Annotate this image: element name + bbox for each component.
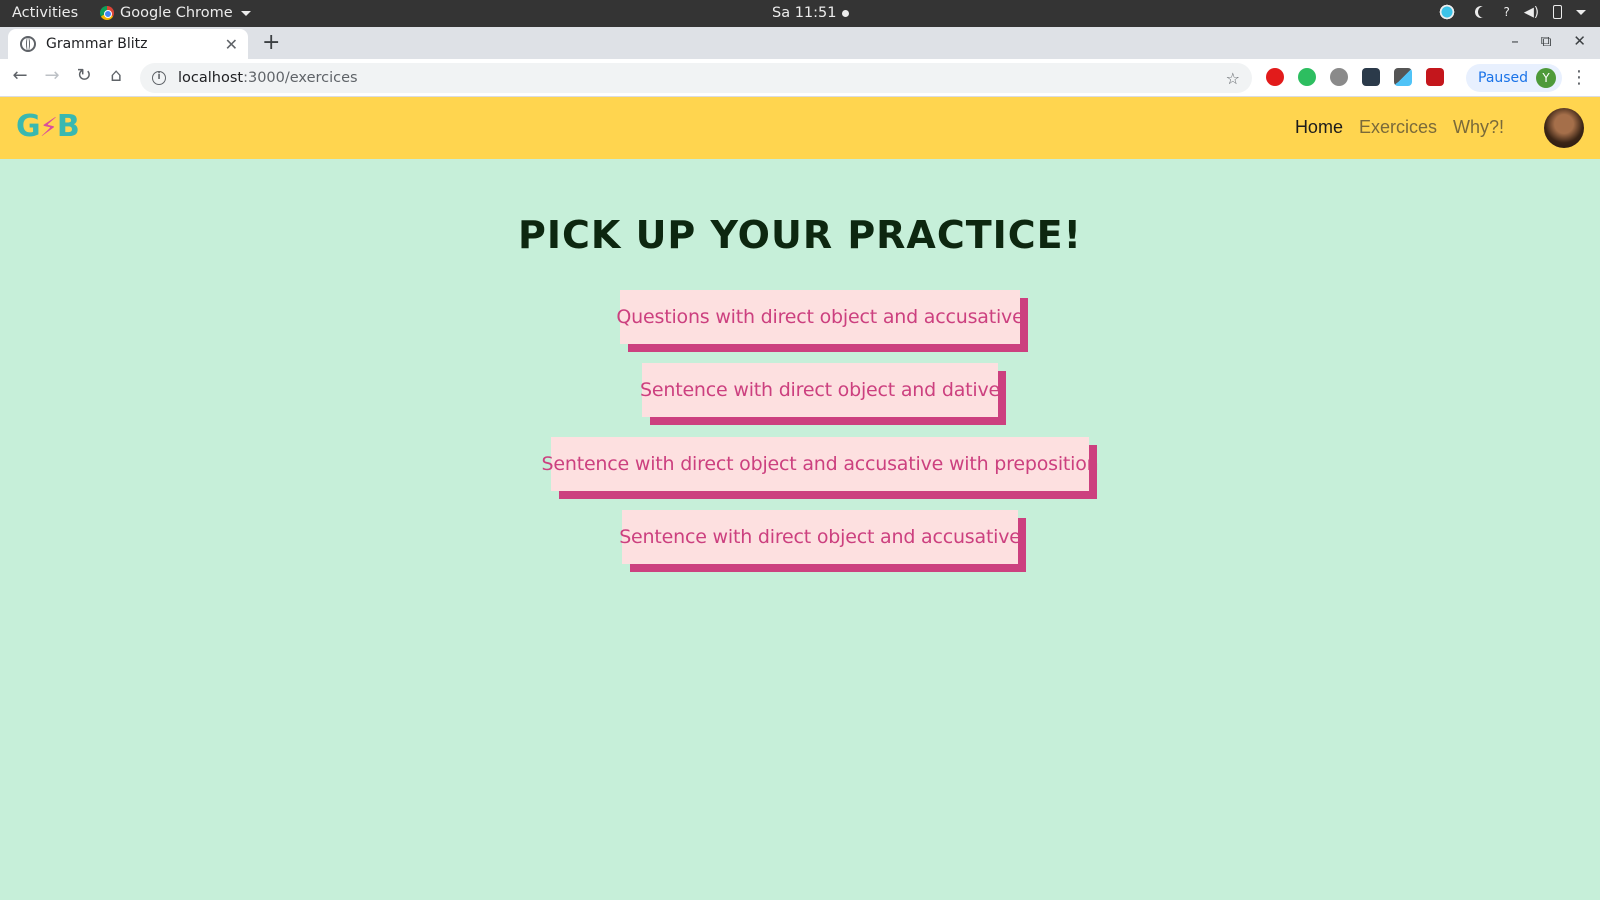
url-path: :3000/exercices (243, 70, 358, 86)
restore-icon[interactable]: ⧉ (1541, 32, 1552, 50)
nav-link-why[interactable]: Why?! (1453, 117, 1504, 138)
user-avatar[interactable] (1544, 108, 1584, 148)
exercise-button-accusative[interactable]: Sentence with direct object and accusati… (619, 510, 1021, 564)
close-tab-icon[interactable]: ✕ (225, 35, 238, 54)
help-icon[interactable]: ? (1504, 5, 1510, 19)
home-icon[interactable]: ⌂ (106, 65, 126, 86)
system-clock[interactable]: Sa 11:51 (772, 5, 849, 21)
app-menu-label: Google Chrome (120, 5, 233, 21)
exercise-button-accusative-preposition[interactable]: Sentence with direct object and accusati… (542, 437, 1099, 491)
system-tray[interactable]: ? ◀) (1437, 4, 1586, 20)
chrome-icon (100, 6, 114, 20)
extensions (1266, 68, 1444, 86)
battery-icon[interactable] (1553, 5, 1562, 19)
activities-button[interactable]: Activities (12, 5, 78, 21)
app-navbar: G⚡B Home Exercices Why?! (0, 97, 1600, 159)
close-window-icon[interactable]: ✕ (1573, 32, 1586, 50)
page-title: Pick up your practice! (518, 213, 1082, 257)
globe-icon (20, 36, 36, 52)
volume-icon[interactable]: ◀) (1524, 5, 1539, 20)
url-host: localhost (178, 70, 244, 86)
timer-extension-icon[interactable] (1330, 68, 1348, 86)
system-top-bar: Activities Google Chrome Sa 11:51 ? ◀) (0, 0, 1600, 27)
chevron-down-icon (240, 10, 251, 16)
new-tab-button[interactable]: + (262, 30, 280, 55)
logo[interactable]: G⚡B (16, 109, 80, 144)
tab-grammar-blitz[interactable]: Grammar Blitz ✕ (8, 29, 248, 59)
logo-letter-g: G (16, 109, 41, 144)
lastpass-extension-icon[interactable] (1426, 68, 1444, 86)
reload-icon[interactable]: ↻ (74, 65, 94, 86)
profile-avatar: Y (1536, 68, 1557, 88)
opera-extension-icon[interactable] (1266, 68, 1284, 86)
nav-link-home[interactable]: Home (1295, 117, 1343, 138)
window-controls: – ⧉ ✕ (1511, 32, 1586, 50)
main-content: Pick up your practice! Questions with di… (0, 159, 1600, 900)
system-menu-caret-icon[interactable] (1576, 9, 1586, 15)
nav-buttons: ← → ↻ ⌂ (10, 65, 126, 86)
eyedropper-extension-icon[interactable] (1394, 68, 1412, 86)
exercise-button-questions-accusative[interactable]: Questions with direct object and accusat… (616, 290, 1024, 344)
info-icon[interactable]: i (152, 71, 166, 85)
forward-icon[interactable]: → (42, 65, 62, 86)
app-menu[interactable]: Google Chrome (100, 5, 251, 21)
exercise-button-dative[interactable]: Sentence with direct object and dative (640, 363, 1000, 417)
browser-toolbar: ← → ↻ ⌂ i localhost:3000/exercices ☆ Pau… (0, 59, 1600, 97)
address-bar[interactable]: i localhost:3000/exercices ☆ (140, 63, 1252, 93)
nav-links: Home Exercices Why?! (1295, 117, 1504, 138)
minimize-icon[interactable]: – (1511, 32, 1519, 50)
bookmark-star-icon[interactable]: ☆ (1226, 69, 1240, 88)
kebab-menu-icon[interactable]: ⋮ (1570, 67, 1588, 88)
notification-dot-icon (841, 9, 849, 17)
night-mode-icon[interactable] (1478, 6, 1490, 18)
lightning-bolt-icon: ⚡ (39, 113, 58, 143)
clock-label: Sa 11:51 (772, 5, 837, 21)
tab-strip: Grammar Blitz ✕ + – ⧉ ✕ (0, 27, 1600, 59)
weather-icon[interactable] (1437, 4, 1456, 20)
nav-link-exercices[interactable]: Exercices (1359, 117, 1437, 138)
back-icon[interactable]: ← (10, 65, 30, 86)
profile-paused-button[interactable]: Paused Y (1466, 64, 1563, 92)
x-extension-icon[interactable] (1362, 68, 1380, 86)
evernote-extension-icon[interactable] (1298, 68, 1316, 86)
profile-status: Paused (1478, 70, 1529, 86)
tab-title: Grammar Blitz (46, 36, 148, 52)
logo-letter-b: B (56, 109, 80, 144)
